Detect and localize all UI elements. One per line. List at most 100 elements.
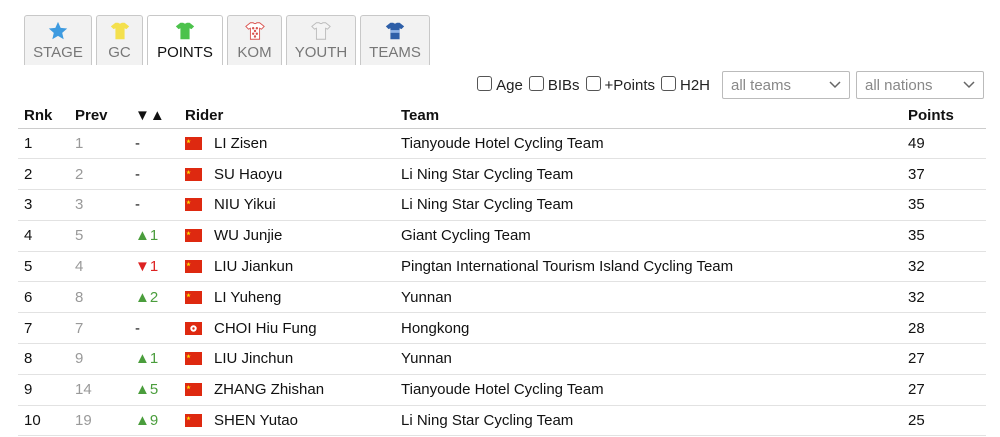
rider-name-link[interactable]: LIU Jiankun — [214, 258, 293, 275]
rank-cell: 7 — [18, 312, 69, 345]
team-name-link[interactable]: Li Ning Star Cycling Team — [401, 166, 573, 183]
green-jersey-icon — [175, 22, 195, 40]
china-flag-icon — [185, 290, 202, 304]
prev-rank-cell: 5 — [69, 220, 129, 252]
bibs-checkbox[interactable]: BIBs — [528, 75, 580, 94]
table-row[interactable]: 3 3- NIU Yikui Li Ning Star Cycling Team 35 — [18, 189, 986, 221]
prev-rank-cell: 4 — [69, 251, 129, 283]
rank-cell: 6 — [18, 281, 69, 314]
rider-name-link[interactable]: SU Haoyu — [214, 166, 282, 183]
rider-name-link[interactable]: CHOI Hiu Fung — [214, 320, 317, 337]
rider-name-link[interactable]: WU Junjie — [214, 227, 282, 244]
table-row[interactable]: 2 2- SU Haoyu Li Ning Star Cycling Team 37 — [18, 158, 986, 191]
rider-name-link[interactable]: SHEN Yutao — [214, 412, 298, 429]
plus-points-checkbox[interactable]: +Points — [585, 75, 655, 94]
rider-name-link[interactable]: ZHANG Zhishan — [214, 381, 324, 398]
prev-rank-cell: 7 — [69, 312, 129, 345]
checkbox-box[interactable] — [585, 75, 601, 91]
china-flag-icon — [185, 383, 202, 397]
classification-tabs: STAGE GC POINTS KOM YOUTH TEAMS — [24, 15, 430, 65]
col-points[interactable]: Points — [902, 104, 986, 129]
prev-rank-cell: 2 — [69, 158, 129, 191]
team-name-link[interactable]: Giant Cycling Team — [401, 227, 531, 244]
prev-rank-cell: 19 — [69, 405, 129, 437]
points-cell: 27 — [902, 374, 986, 406]
tab-kom[interactable]: KOM — [227, 15, 282, 65]
rider-name-link[interactable]: LI Zisen — [214, 135, 267, 152]
china-flag-icon — [185, 167, 202, 181]
nations-select-value: all nations — [865, 76, 933, 94]
rider-name-link[interactable]: NIU Yikui — [214, 196, 276, 213]
table-row[interactable]: 10 19 ▲9 SHEN Yutao Li Ning Star Cycling Tea… — [18, 405, 986, 437]
table-row[interactable]: 4 5 ▲1 WU Junjie Giant Cycling Team 35 — [18, 220, 986, 252]
team-name-link[interactable]: Tianyoude Hotel Cycling Team — [401, 381, 604, 398]
age-checkbox[interactable]: Age — [477, 75, 523, 94]
team-cell: Li Ning Star Cycling Team — [395, 158, 902, 191]
col-rider[interactable]: Rider — [179, 104, 395, 129]
checkbox-box[interactable] — [660, 75, 676, 91]
rider-cell: CHOI Hiu Fung — [179, 312, 395, 345]
rider-cell: SU Haoyu — [179, 158, 395, 191]
tab-label: YOUTH — [294, 44, 348, 61]
checkbox-label: BIBs — [547, 76, 580, 94]
col-rnk[interactable]: Rnk — [18, 104, 69, 129]
rank-cell: 4 — [18, 220, 69, 252]
table-row[interactable]: 6 8 ▲2 LI Yuheng Yunnan 32 — [18, 281, 986, 314]
checkbox-box[interactable] — [528, 75, 544, 91]
h2h-checkbox[interactable]: H2H — [660, 75, 710, 94]
rank-change-cell: ▲1 — [129, 343, 179, 375]
rider-name-link[interactable]: LI Yuheng — [214, 289, 281, 306]
checkbox-label: +Points — [604, 76, 655, 94]
rider-cell: WU Junjie — [179, 220, 395, 252]
rider-cell: LIU Jinchun — [179, 343, 395, 375]
tab-label: KOM — [237, 44, 272, 61]
rank-change-cell: - — [129, 128, 179, 160]
rider-cell: LI Zisen — [179, 128, 395, 160]
tab-youth[interactable]: YOUTH — [286, 15, 356, 65]
team-name-link[interactable]: Pingtan International Tourism Island Cyc… — [401, 258, 733, 275]
tab-gc[interactable]: GC — [96, 15, 143, 65]
col-diff[interactable]: ▼▲ — [129, 104, 179, 129]
table-row[interactable]: 8 9 ▲1 LIU Jinchun Yunnan 27 — [18, 343, 986, 375]
rider-cell: NIU Yikui — [179, 189, 395, 221]
col-team[interactable]: Team — [395, 104, 902, 129]
team-cell: Li Ning Star Cycling Team — [395, 189, 902, 221]
team-cell: Li Ning Star Cycling Team — [395, 405, 902, 437]
rank-cell: 8 — [18, 343, 69, 375]
team-name-link[interactable]: Hongkong — [401, 320, 469, 337]
rank-change-cell: - — [129, 158, 179, 191]
polka-dot-jersey-icon — [244, 22, 265, 40]
china-flag-icon — [185, 260, 202, 274]
team-name-link[interactable]: Li Ning Star Cycling Team — [401, 412, 573, 429]
tab-label: GC — [108, 44, 131, 61]
team-name-link[interactable]: Yunnan — [401, 289, 452, 306]
rider-cell: ZHANG Zhishan — [179, 374, 395, 406]
tab-teams[interactable]: TEAMS — [360, 15, 430, 65]
points-cell: 35 — [902, 189, 986, 221]
tab-label: TEAMS — [369, 44, 421, 61]
table-row[interactable]: 7 7- CHOI Hiu Fung Hongkong 28 — [18, 312, 986, 345]
checkbox-box[interactable] — [477, 75, 493, 91]
rank-cell: 10 — [18, 405, 69, 437]
nations-select[interactable]: all nations — [856, 71, 984, 99]
rank-cell: 3 — [18, 189, 69, 221]
teams-select[interactable]: all teams — [722, 71, 850, 99]
team-name-link[interactable]: Li Ning Star Cycling Team — [401, 196, 573, 213]
prev-rank-cell: 1 — [69, 128, 129, 160]
teams-select-value: all teams — [731, 76, 792, 94]
points-cell: 32 — [902, 251, 986, 283]
table-row[interactable]: 1 1- LI Zisen Tianyoude Hotel Cycling Team 4… — [18, 128, 986, 160]
team-name-link[interactable]: Yunnan — [401, 350, 452, 367]
tab-points[interactable]: POINTS — [147, 15, 223, 65]
col-prev[interactable]: Prev — [69, 104, 129, 129]
rank-change-cell: ▲2 — [129, 281, 179, 314]
rider-name-link[interactable]: LIU Jinchun — [214, 350, 293, 367]
points-cell: 28 — [902, 312, 986, 345]
table-row[interactable]: 9 14 ▲5 ZHANG Zhishan Tianyoude Hotel Cyclin… — [18, 374, 986, 406]
checkbox-label: Age — [496, 76, 523, 94]
points-classification-table: Rnk Prev ▼▲ Rider Team Points 1 1- LI Zise… — [18, 104, 986, 437]
tab-stage[interactable]: STAGE — [24, 15, 92, 65]
points-cell: 32 — [902, 281, 986, 314]
team-name-link[interactable]: Tianyoude Hotel Cycling Team — [401, 135, 604, 152]
table-row[interactable]: 5 4 ▼1 LIU Jiankun Pingtan International Tou… — [18, 251, 986, 283]
